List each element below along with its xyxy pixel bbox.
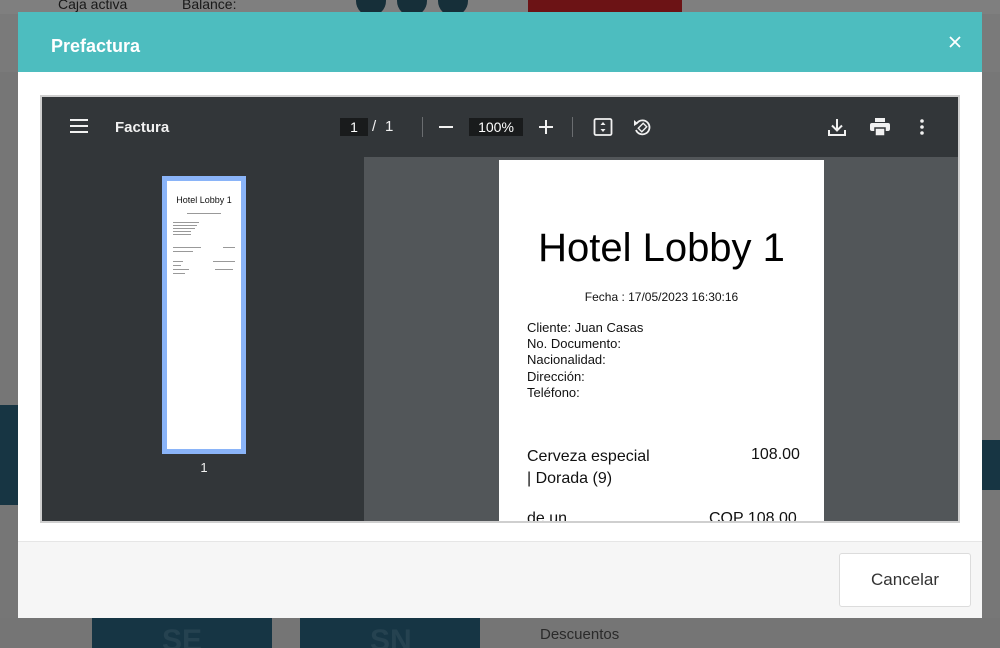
- invoice-documento: No. Documento:: [527, 336, 621, 351]
- thumbnail-line: [187, 213, 221, 214]
- thumbnail-title: Hotel Lobby 1: [176, 195, 232, 205]
- zoom-out-icon[interactable]: [439, 120, 453, 139]
- rotate-icon[interactable]: [632, 117, 652, 142]
- thumbnail-line: [173, 234, 191, 235]
- invoice-item2-price: COP 108.00: [709, 510, 797, 523]
- modal-footer: Cancelar: [18, 541, 982, 618]
- download-icon[interactable]: [827, 117, 847, 142]
- invoice-item-line1: Cerveza especial: [527, 448, 650, 465]
- menu-icon[interactable]: [70, 118, 88, 139]
- invoice-title: Hotel Lobby 1: [538, 226, 785, 270]
- thumbnail-line: [213, 261, 235, 262]
- page-thumbnail[interactable]: Hotel Lobby 1: [162, 176, 246, 454]
- cancel-button[interactable]: Cancelar: [839, 553, 971, 607]
- thumbnail-line: [173, 247, 201, 248]
- zoom-in-icon[interactable]: [539, 120, 553, 139]
- fit-page-icon[interactable]: [593, 117, 613, 142]
- prefactura-modal: Prefactura Factura 1 / 1 100% Hotel Lobb…: [18, 12, 982, 618]
- thumbnail-line: [223, 247, 235, 248]
- thumbnail-line: [173, 273, 185, 274]
- pdf-page: Hotel Lobby 1 Fecha : 17/05/2023 16:30:1…: [499, 160, 824, 523]
- invoice-item-line2: | Dorada (9): [527, 470, 613, 487]
- invoice-direccion: Dirección:: [527, 369, 585, 384]
- invoice-cliente: Cliente: Juan Casas: [527, 320, 644, 335]
- invoice-date: Fecha : 17/05/2023 16:30:16: [584, 290, 739, 304]
- print-icon[interactable]: [870, 118, 890, 141]
- thumbnail-line: [173, 222, 199, 223]
- page-number-input[interactable]: 1: [340, 118, 368, 136]
- pdf-file-title: Factura: [115, 119, 170, 136]
- thumbnail-page-number: 1: [200, 460, 208, 475]
- pdf-toolbar: Factura 1 / 1 100%: [42, 97, 958, 157]
- invoice-item-price: 108.00: [751, 446, 800, 463]
- thumbnail-line: [173, 269, 189, 270]
- thumbnail-line: [173, 231, 191, 232]
- thumbnail-sidebar: Hotel Lobby 1 1: [42, 157, 364, 521]
- thumbnail-line: [173, 265, 181, 266]
- invoice-nacionalidad: Nacionalidad:: [527, 352, 606, 367]
- thumbnail-line: [173, 251, 193, 252]
- more-options-icon[interactable]: [920, 119, 924, 140]
- modal-header: Prefactura: [18, 12, 982, 72]
- invoice-telefono: Teléfono:: [527, 385, 580, 400]
- close-icon[interactable]: [946, 33, 964, 51]
- invoice-item2-label: de un: [527, 510, 568, 523]
- toolbar-divider: [422, 117, 423, 137]
- zoom-level-input[interactable]: 100%: [469, 118, 523, 136]
- page-separator: /: [372, 118, 377, 135]
- toolbar-divider: [572, 117, 573, 137]
- pdf-viewer: Factura 1 / 1 100% Hotel Lobby 1 1 Hotel…: [40, 95, 960, 523]
- thumbnail-line: [173, 261, 183, 262]
- thumbnail-line: [173, 225, 197, 226]
- thumbnail-line: [173, 228, 195, 229]
- thumbnail-line: [215, 269, 233, 270]
- invoice-item-name: Cerveza especial | Dorada (9): [527, 446, 650, 490]
- page-total: 1: [385, 118, 394, 135]
- modal-title: Prefactura: [51, 36, 141, 56]
